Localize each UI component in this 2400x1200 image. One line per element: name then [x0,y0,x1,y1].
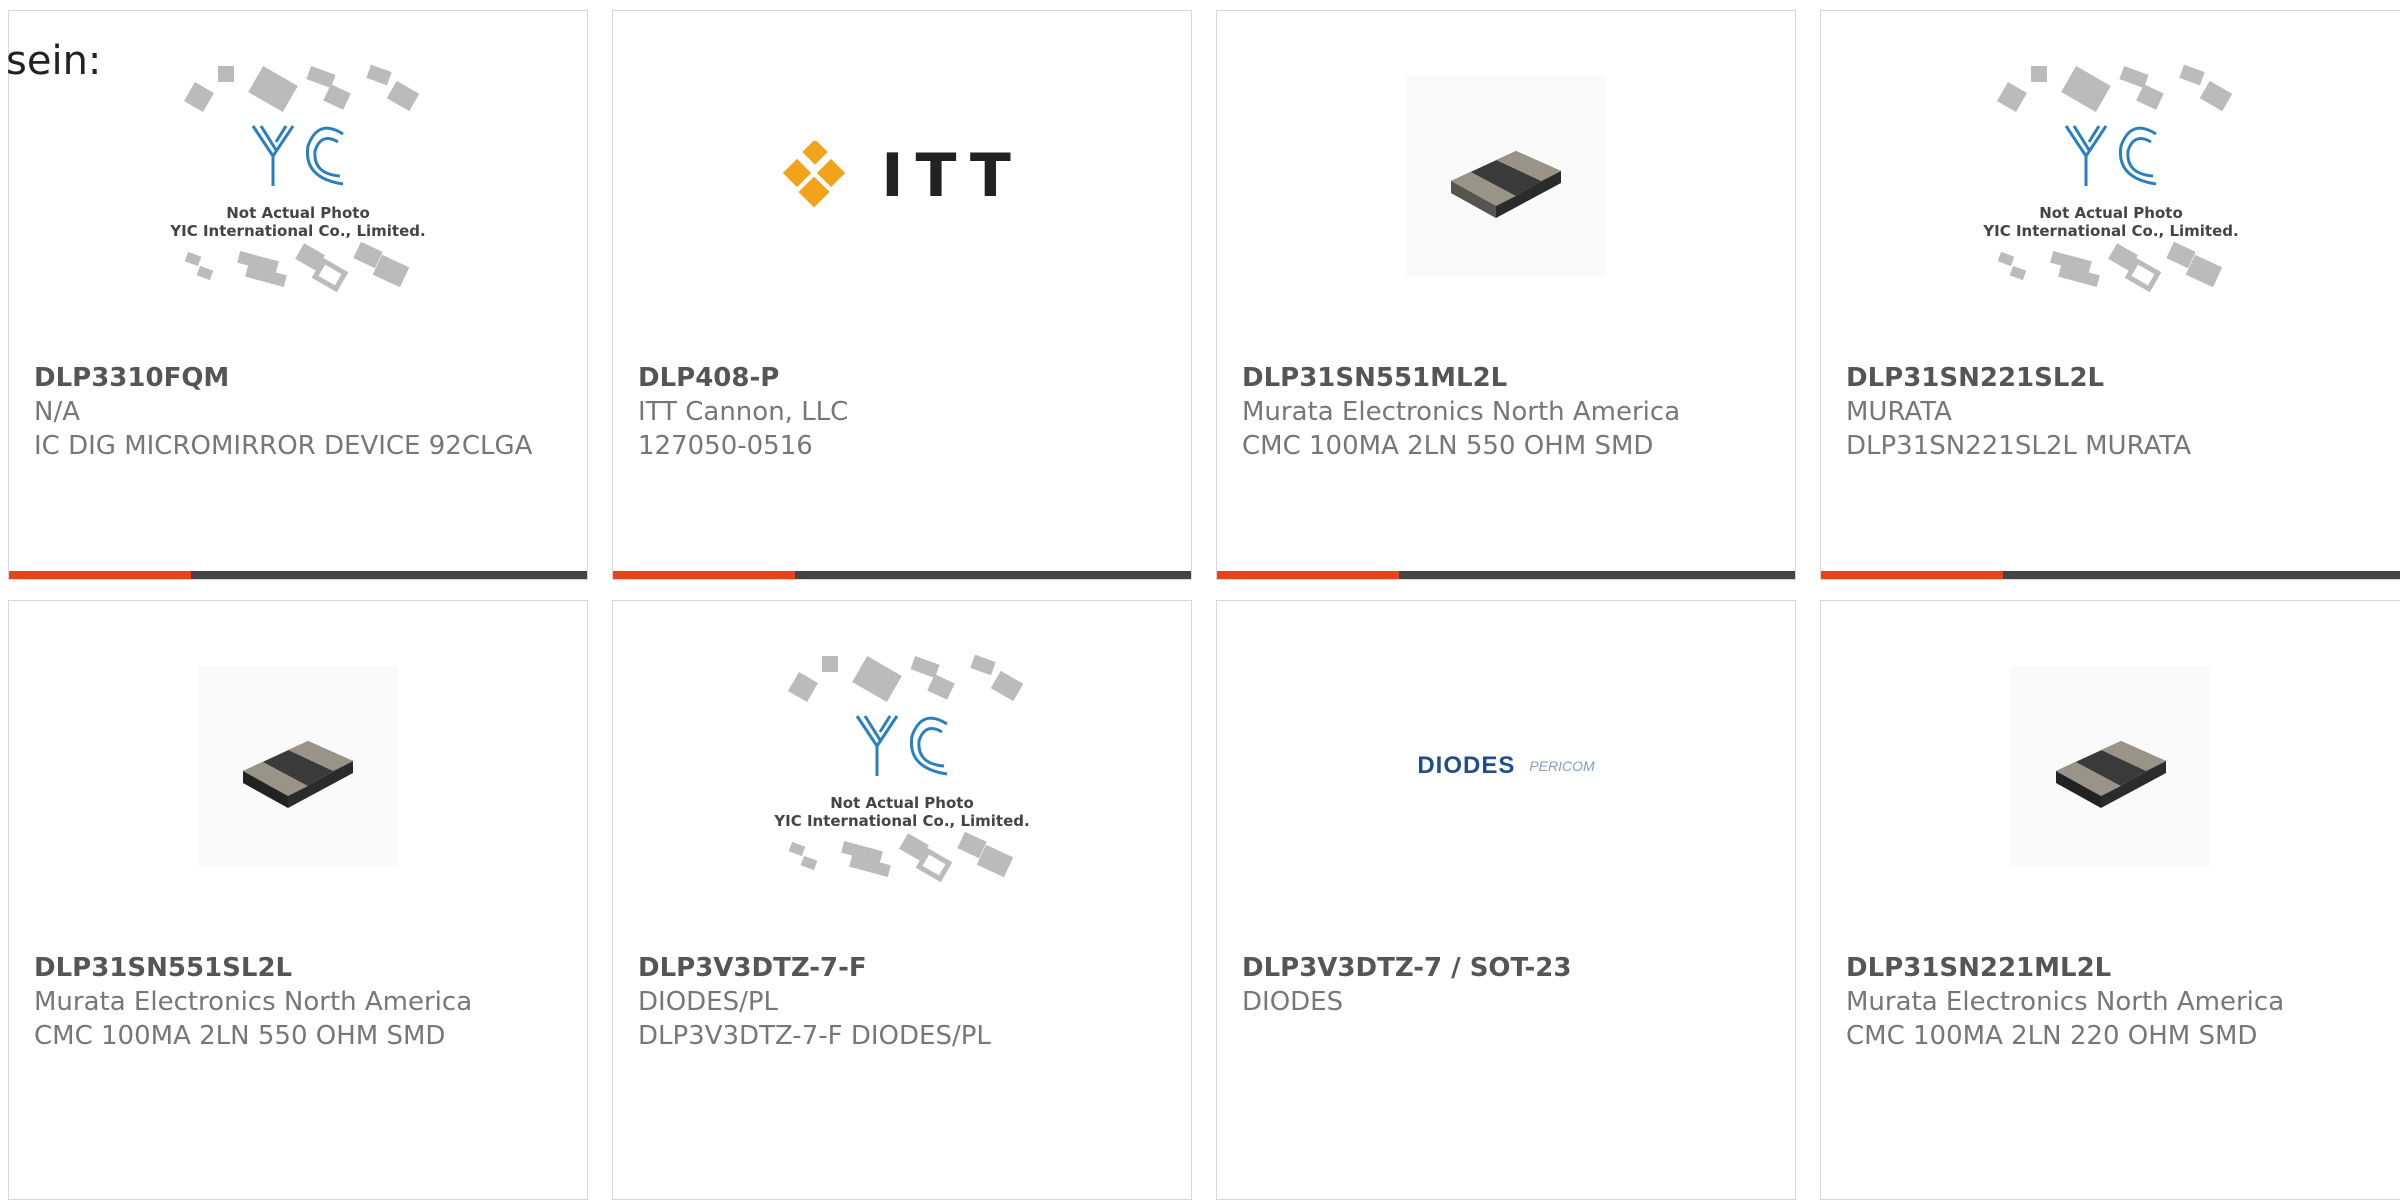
product-info: DLP31SN551ML2L Murata Electronics North … [1242,361,1775,463]
manufacturer: MURATA [1846,397,1952,427]
description: 127050-0516 [638,431,813,461]
diodes-logo-text: DIODES [1417,752,1516,779]
product-card[interactable]: Not Actual Photo YIC International Co., … [612,600,1192,1200]
product-info: DLP408-P ITT Cannon, LLC 127050-0516 [638,361,1171,463]
product-info: DLP3310FQM N/A IC DIG MICROMIRROR DEVICE… [34,361,567,463]
manufacturer: N/A [34,397,80,427]
product-card[interactable]: DIODES PERICOM DLP3V3DTZ-7 / SOT-23 DIOD… [1216,600,1796,1200]
manufacturer: Murata Electronics North America [1242,397,1681,427]
card-bar-accent [9,571,191,579]
card-bar-accent [1217,571,1399,579]
part-number-link[interactable]: DLP3V3DTZ-7-F [638,951,1171,985]
itt-logo-icon [783,141,846,208]
product-grid: Not Actual Photo YIC International Co., … [0,0,2400,1200]
placeholder-caption-1: Not Actual Photo [2039,204,2183,222]
part-number-link[interactable]: DLP3V3DTZ-7 / SOT-23 [1242,951,1775,985]
product-image[interactable]: Not Actual Photo YIC International Co., … [613,654,1191,883]
murata-chip-image [198,666,398,866]
description: CMC 100MA 2LN 220 OHM SMD [1846,1021,2258,1051]
diodes-logo: DIODES PERICOM [1417,752,1594,780]
part-number-link[interactable]: DLP31SN551ML2L [1242,361,1775,395]
placeholder-caption-2: YIC International Co., Limited. [1982,222,2238,240]
placeholder-caption-1: Not Actual Photo [226,204,370,222]
product-card[interactable]: DLP31SN221ML2L Murata Electronics North … [1820,600,2400,1200]
part-number-link[interactable]: DLP31SN221SL2L [1846,361,2389,395]
product-card[interactable]: DLP31SN551SL2L Murata Electronics North … [8,600,588,1200]
product-card[interactable]: ITT DLP408-P ITT Cannon, LLC 127050-0516 [612,10,1192,580]
card-bar [613,571,1191,579]
product-image[interactable]: Not Actual Photo YIC International Co., … [9,64,587,293]
product-image[interactable]: Not Actual Photo YIC International Co., … [1821,64,2400,293]
manufacturer: DIODES/PL [638,987,779,1017]
manufacturer: DIODES [1242,987,1344,1017]
card-bar-accent [1821,571,2003,579]
product-image[interactable] [9,661,587,871]
manufacturer: ITT Cannon, LLC [638,397,849,427]
part-number-link[interactable]: DLP408-P [638,361,1171,395]
intro-text: sein: [6,38,102,84]
placeholder-caption-2: YIC International Co., Limited. [169,222,425,240]
murata-chip-image [2011,666,2211,866]
chip-icon [1451,151,1561,218]
product-card[interactable]: Not Actual Photo YIC International Co., … [8,10,588,580]
part-number-link[interactable]: DLP31SN221ML2L [1846,951,2389,985]
manufacturer: Murata Electronics North America [34,987,473,1017]
product-card[interactable]: Not Actual Photo YIC International Co., … [1820,10,2400,580]
card-bar [9,571,587,579]
chip-icon [243,741,353,808]
product-image[interactable] [1217,71,1795,281]
placeholder-caption-2: YIC International Co., Limited. [773,812,1029,830]
yic-placeholder-image: Not Actual Photo YIC International Co., … [773,654,1030,883]
yic-placeholder-image: Not Actual Photo YIC International Co., … [169,64,426,293]
product-info: DLP31SN551SL2L Murata Electronics North … [34,951,567,1053]
murata-chip-image [1406,76,1606,276]
product-card[interactable]: DLP31SN551ML2L Murata Electronics North … [1216,10,1796,580]
itt-logo-text: ITT [881,141,1023,211]
product-info: DLP31SN221ML2L Murata Electronics North … [1846,951,2389,1053]
product-info: DLP31SN221SL2L MURATA DLP31SN221SL2L MUR… [1846,361,2389,463]
description: CMC 100MA 2LN 550 OHM SMD [1242,431,1654,461]
card-bar [1217,571,1795,579]
product-image[interactable] [1821,661,2400,871]
card-bar [1821,571,2400,579]
product-info: DLP3V3DTZ-7-F DIODES/PL DLP3V3DTZ-7-F DI… [638,951,1171,1053]
description: DLP31SN221SL2L MURATA [1846,431,2192,461]
pericom-logo-text: PERICOM [1529,758,1595,774]
product-image[interactable]: ITT [613,71,1191,281]
part-number-link[interactable]: DLP3310FQM [34,361,567,395]
description: CMC 100MA 2LN 550 OHM SMD [34,1021,446,1051]
card-bar-accent [613,571,795,579]
manufacturer: Murata Electronics North America [1846,987,2285,1017]
part-number-link[interactable]: DLP31SN551SL2L [34,951,567,985]
product-image[interactable]: DIODES PERICOM [1217,661,1795,871]
yic-placeholder-image: Not Actual Photo YIC International Co., … [1982,64,2239,293]
description: DLP3V3DTZ-7-F DIODES/PL [638,1021,991,1051]
product-info: DLP3V3DTZ-7 / SOT-23 DIODES [1242,951,1775,1019]
placeholder-caption-1: Not Actual Photo [830,794,974,812]
chip-icon [2056,741,2166,808]
itt-logo: ITT [781,141,1023,211]
description: IC DIG MICROMIRROR DEVICE 92CLGA [34,431,533,461]
